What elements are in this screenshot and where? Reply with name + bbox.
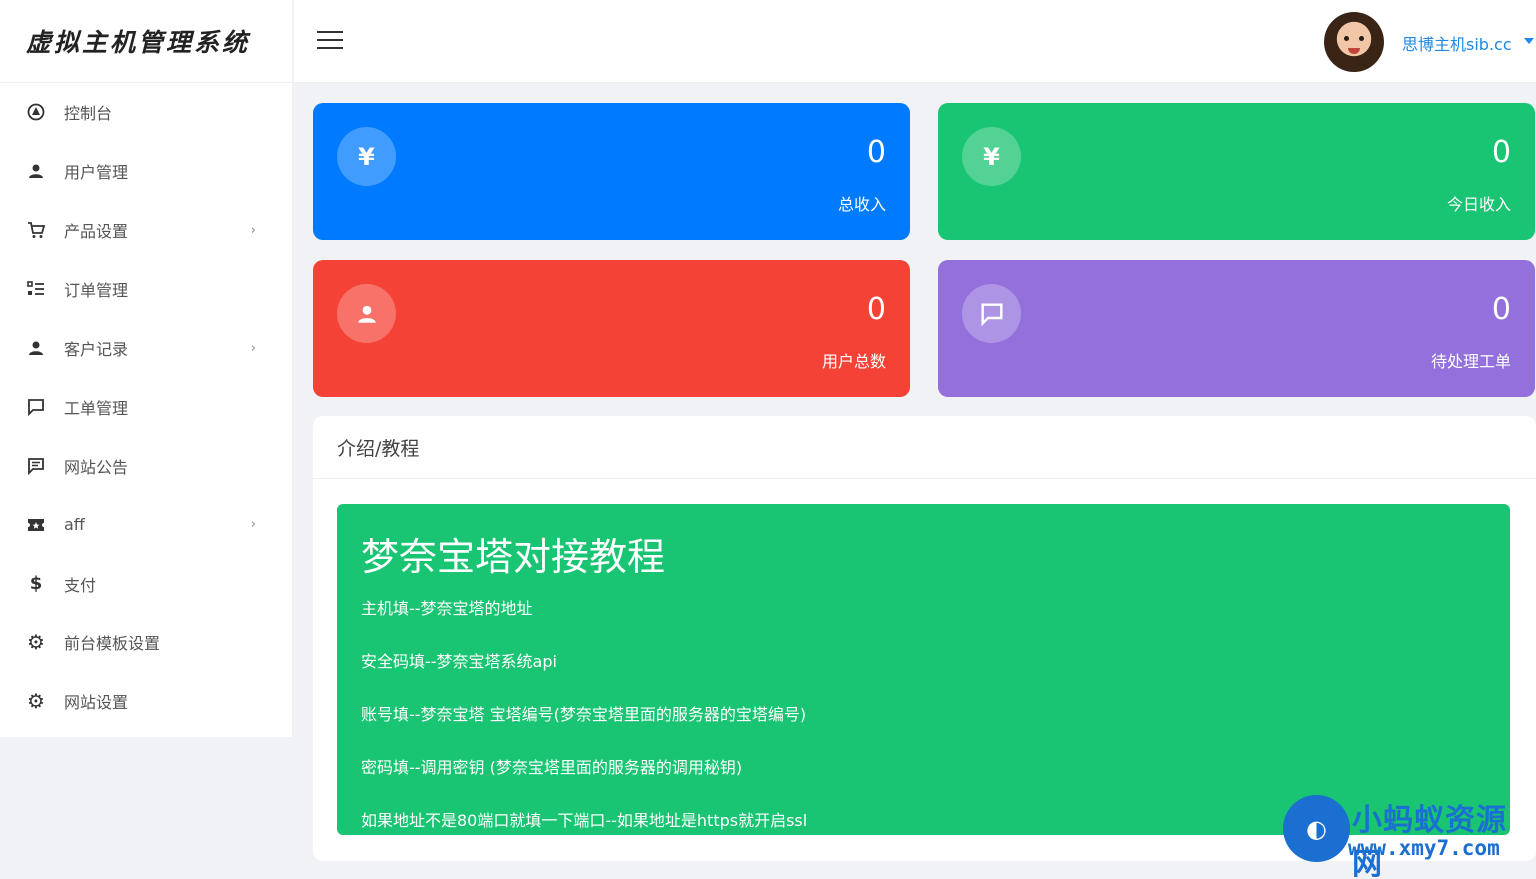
announcement-icon — [26, 456, 46, 476]
sidebar-item-label: 控制台 — [64, 104, 113, 124]
gear-icon: ⚙ — [27, 630, 45, 655]
dashboard-icon — [26, 102, 46, 122]
stat-label: 用户总数 — [821, 352, 886, 371]
caret-down-icon[interactable] — [1524, 38, 1534, 44]
sidebar-item-label: 网站公告 — [64, 457, 129, 477]
sidebar-item-orders[interactable]: 订单管理 — [0, 260, 292, 319]
app-brand: 虚拟主机管理系统 — [0, 0, 292, 83]
list-icon — [26, 279, 46, 299]
stat-card-total-users: 0 用户总数 — [313, 260, 910, 397]
ticket-icon — [26, 515, 46, 535]
stat-value: 0 — [1491, 135, 1511, 170]
sidebar-item-aff[interactable]: aff › — [0, 495, 292, 554]
yen-icon: ¥ — [337, 127, 396, 186]
stat-value: 0 — [1491, 292, 1511, 327]
gear-icon: ⚙ — [27, 689, 45, 714]
chevron-right-icon: › — [250, 340, 256, 356]
user-icon — [26, 161, 46, 181]
tutorial-line: 主机填--梦奈宝塔的地址 — [361, 599, 533, 618]
chevron-right-icon: › — [250, 222, 256, 238]
tutorial-line: 安全码填--梦奈宝塔系统api — [361, 652, 557, 671]
yen-icon: ¥ — [962, 127, 1021, 186]
watermark-logo-icon: ◐ — [1283, 795, 1350, 862]
stat-value: 0 — [866, 135, 886, 170]
chevron-right-icon: › — [250, 517, 256, 533]
sidebar-item-label: aff — [64, 515, 85, 535]
cart-icon — [26, 220, 46, 240]
stat-label: 总收入 — [837, 195, 886, 214]
sidebar-item-users[interactable]: 用户管理 — [0, 142, 292, 201]
tutorial-box: 梦奈宝塔对接教程 主机填--梦奈宝塔的地址 安全码填--梦奈宝塔系统api 账号… — [337, 504, 1510, 835]
sidebar-item-customers[interactable]: 客户记录 › — [0, 319, 292, 378]
user-icon — [26, 338, 46, 358]
sidebar-item-label: 订单管理 — [64, 281, 129, 301]
sidebar-item-label: 前台模板设置 — [64, 634, 161, 654]
tutorial-line: 密码填--调用密钥 (梦奈宝塔里面的服务器的调用秘钥) — [361, 758, 743, 777]
stat-label: 今日收入 — [1446, 195, 1511, 214]
sidebar-item-products[interactable]: 产品设置 › — [0, 201, 292, 260]
chat-icon — [26, 397, 46, 417]
stat-card-total-income: ¥ 0 总收入 — [313, 103, 910, 240]
stat-card-pending-tickets: 0 待处理工单 — [938, 260, 1535, 397]
sidebar-item-label: 客户记录 — [64, 340, 129, 359]
sidebar-item-label: 工单管理 — [64, 398, 129, 418]
sidebar-item-payment[interactable]: $ 支付 — [0, 554, 292, 613]
sidebar-item-label: 网站设置 — [64, 693, 129, 713]
dollar-icon: $ — [29, 573, 43, 595]
panel-title: 介绍/教程 — [313, 416, 1536, 479]
user-icon — [337, 284, 396, 343]
sidebar: 虚拟主机管理系统 控制台 用户管理 产品设置 › 订单管理 客户记录 › 工单管… — [0, 0, 293, 737]
sidebar-item-site-settings[interactable]: ⚙ 网站设置 — [0, 672, 292, 731]
top-header: 思博主机sib.cc — [294, 0, 1536, 83]
chat-icon — [962, 284, 1021, 343]
watermark-url: www.xmy7.com — [1348, 836, 1500, 860]
sidebar-item-label: 用户管理 — [64, 163, 129, 183]
sidebar-item-label: 支付 — [64, 575, 97, 595]
sidebar-item-template-settings[interactable]: ⚙ 前台模板设置 — [0, 613, 292, 672]
sidebar-item-announcements[interactable]: 网站公告 — [0, 436, 292, 495]
sidebar-item-dashboard[interactable]: 控制台 — [0, 83, 292, 142]
menu-toggle-icon[interactable] — [317, 31, 343, 51]
stat-card-today-income: ¥ 0 今日收入 — [938, 103, 1535, 240]
stat-value: 0 — [866, 292, 886, 327]
tutorial-heading: 梦奈宝塔对接教程 — [361, 535, 666, 579]
sidebar-item-label: 产品设置 — [64, 222, 129, 242]
stat-label: 待处理工单 — [1430, 352, 1511, 371]
tutorial-line: 账号填--梦奈宝塔 宝塔编号(梦奈宝塔里面的服务器的宝塔编号) — [361, 705, 807, 724]
user-menu[interactable]: 思博主机sib.cc — [1402, 31, 1512, 55]
sidebar-item-tickets[interactable]: 工单管理 — [0, 377, 292, 436]
sidebar-menu: 控制台 用户管理 产品设置 › 订单管理 客户记录 › 工单管理 网站公告 af… — [0, 83, 292, 731]
avatar[interactable] — [1324, 12, 1384, 72]
